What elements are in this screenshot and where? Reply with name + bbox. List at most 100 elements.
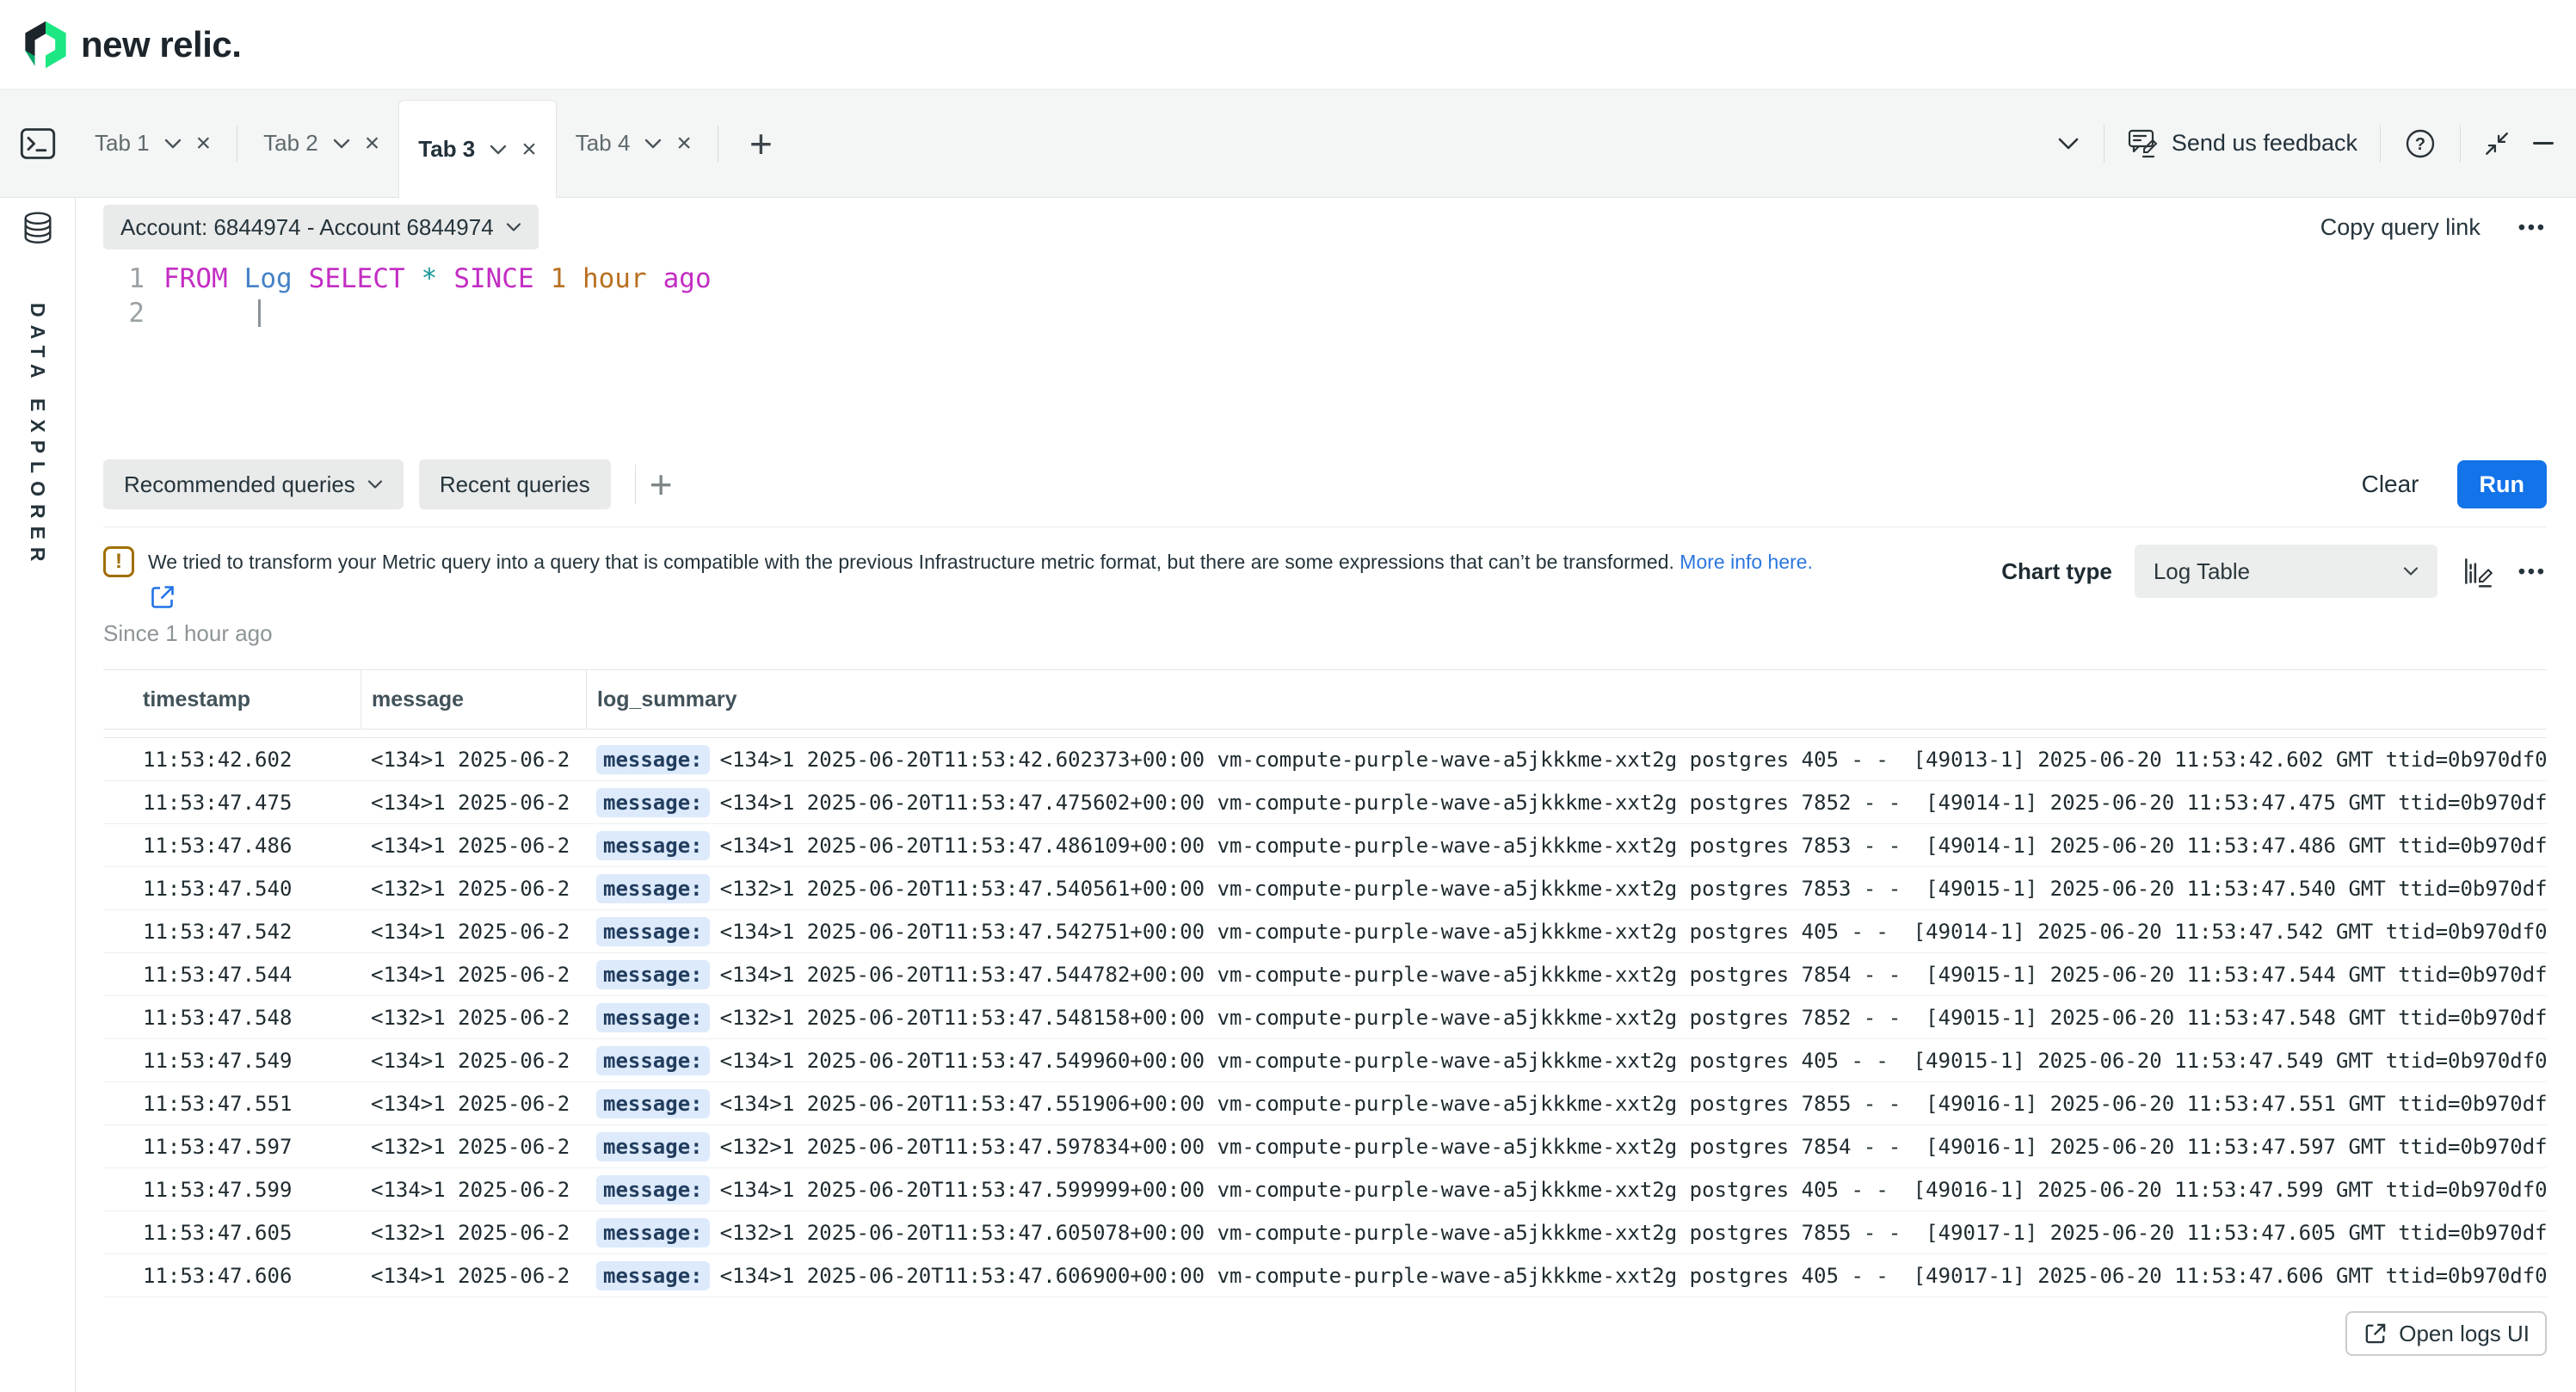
cell-message: <134>1 2025-06-2: [361, 834, 586, 858]
cell-message: <134>1 2025-06-2: [361, 1049, 586, 1073]
recent-queries-button[interactable]: Recent queries: [419, 459, 611, 509]
table-row[interactable]: 11:53:47.605 <132>1 2025-06-2 message: <…: [103, 1211, 2547, 1254]
cell-log-summary: message: <132>1 2025-06-20T11:53:47.5481…: [586, 1003, 2547, 1032]
log-summary-text: <132>1 2025-06-20T11:53:47.597834+00:00 …: [720, 1135, 2547, 1159]
tab[interactable]: Tab 1 ×: [76, 89, 230, 197]
external-link-row: [148, 582, 1975, 613]
recommended-queries-button[interactable]: Recommended queries: [103, 459, 404, 509]
query-console-button[interactable]: [0, 125, 76, 163]
tab-label: Tab 4: [576, 130, 631, 157]
table-row[interactable]: 11:53:42.602 <134>1 2025-06-2 message: <…: [103, 738, 2547, 781]
tab-label: Tab 3: [418, 136, 475, 163]
app-header: new relic.: [0, 0, 2576, 89]
chevron-down-icon[interactable]: [332, 138, 351, 150]
account-picker[interactable]: Account: 6844974 - Account 6844974: [103, 205, 539, 249]
table-row[interactable]: 11:53:47.551 <134>1 2025-06-2 message: <…: [103, 1082, 2547, 1125]
column-header-message[interactable]: message: [361, 670, 586, 729]
run-button[interactable]: Run: [2457, 460, 2547, 508]
cell-log-summary: message: <134>1 2025-06-20T11:53:47.5427…: [586, 917, 2547, 946]
cell-timestamp: 11:53:47.486: [103, 834, 361, 858]
copy-query-link-button[interactable]: Copy query link: [2320, 214, 2480, 241]
log-summary-text: <134>1 2025-06-20T11:53:42.602373+00:00 …: [720, 748, 2547, 772]
feedback-icon: [2127, 127, 2161, 160]
collapse-tabs-chevron-icon[interactable]: [2055, 136, 2081, 151]
query-tokens: FROMLogSELECT*SINCE1 hourago: [163, 263, 728, 294]
edit-chart-button[interactable]: [2460, 553, 2496, 589]
query-section: Account: 6844974 - Account 6844974 Copy …: [103, 205, 2547, 527]
tab[interactable]: Tab 2 ×: [244, 89, 398, 197]
table-row[interactable]: 11:53:47.599 <134>1 2025-06-2 message: <…: [103, 1168, 2547, 1211]
send-feedback-button[interactable]: Send us feedback: [2127, 127, 2357, 160]
message-key-chip: message:: [596, 745, 710, 774]
chart-type-select[interactable]: Log Table: [2135, 545, 2437, 598]
divider: [2380, 125, 2381, 163]
table-row[interactable]: 11:53:47.597 <132>1 2025-06-2 message: <…: [103, 1125, 2547, 1168]
external-link-icon[interactable]: [148, 582, 177, 612]
table-row[interactable]: 11:53:47.548 <132>1 2025-06-2 message: <…: [103, 996, 2547, 1039]
tab-list: Tab 1 × Tab 2 × Tab 3: [76, 89, 725, 197]
help-button[interactable]: ?: [2403, 126, 2437, 161]
cell-timestamp: 11:53:47.599: [103, 1178, 361, 1202]
close-icon[interactable]: ×: [676, 131, 692, 157]
chevron-down-icon[interactable]: [489, 144, 508, 156]
content: Account: 6844974 - Account 6844974 Copy …: [76, 198, 2576, 1392]
cell-log-summary: message: <134>1 2025-06-20T11:53:42.6023…: [586, 745, 2547, 774]
more-info-link[interactable]: More info here.: [1679, 551, 1813, 573]
result-more-options-icon[interactable]: •••: [2518, 560, 2547, 583]
table-body: 11:53:42.602 <134>1 2025-06-2 message: <…: [103, 737, 2547, 1297]
text-cursor: [258, 299, 261, 327]
editor-line-2: 2: [103, 296, 2547, 330]
table-row[interactable]: 11:53:47.540 <132>1 2025-06-2 message: <…: [103, 867, 2547, 910]
more-options-icon[interactable]: •••: [2518, 216, 2547, 239]
table-row[interactable]: 11:53:47.542 <134>1 2025-06-2 message: <…: [103, 910, 2547, 953]
close-icon[interactable]: ×: [196, 131, 212, 157]
warning-line: ! We tried to transform your Metric quer…: [103, 545, 1975, 579]
log-summary-text: <132>1 2025-06-20T11:53:47.548158+00:00 …: [720, 1006, 2547, 1030]
table-row[interactable]: 11:53:47.544 <134>1 2025-06-2 message: <…: [103, 953, 2547, 996]
table-row[interactable]: 11:53:47.606 <134>1 2025-06-2 message: <…: [103, 1254, 2547, 1297]
recent-queries-label: Recent queries: [440, 471, 590, 498]
message-key-chip: message:: [596, 874, 710, 903]
query-token: SELECT: [309, 263, 405, 294]
column-header-log-summary[interactable]: log_summary: [586, 670, 2547, 729]
table-row[interactable]: 11:53:47.486 <134>1 2025-06-2 message: <…: [103, 824, 2547, 867]
close-icon[interactable]: ×: [521, 137, 537, 163]
message-key-chip: message:: [596, 960, 710, 989]
column-header-timestamp[interactable]: timestamp: [103, 670, 361, 729]
table-row[interactable]: 11:53:47.549 <134>1 2025-06-2 message: <…: [103, 1039, 2547, 1082]
chevron-down-icon[interactable]: [163, 138, 182, 150]
log-summary-text: <132>1 2025-06-20T11:53:47.605078+00:00 …: [720, 1221, 2547, 1245]
clear-button[interactable]: Clear: [2362, 471, 2419, 498]
log-summary-text: <134>1 2025-06-20T11:53:47.486109+00:00 …: [720, 834, 2547, 858]
table-row[interactable]: 11:53:47.475 <134>1 2025-06-2 message: <…: [103, 781, 2547, 824]
log-summary-text: <132>1 2025-06-20T11:53:47.540561+00:00 …: [720, 877, 2547, 901]
cell-log-summary: message: <134>1 2025-06-20T11:53:47.4756…: [586, 788, 2547, 817]
minimize-icon[interactable]: [2533, 142, 2554, 145]
tab[interactable]: Tab 4 ×: [557, 89, 711, 197]
svg-text:?: ?: [2415, 135, 2425, 154]
open-logs-button[interactable]: Open logs UI: [2345, 1311, 2547, 1356]
add-tab-button[interactable]: +: [749, 124, 773, 163]
main-area: DATA EXPLORER Account: 6844974 - Account…: [0, 198, 2576, 1392]
add-query-button[interactable]: +: [650, 465, 673, 504]
close-icon[interactable]: ×: [365, 131, 380, 157]
cell-timestamp: 11:53:47.542: [103, 920, 361, 944]
collapse-window-button[interactable]: [2483, 130, 2511, 157]
query-editor[interactable]: 1 FROMLogSELECT*SINCE1 hourago 2: [103, 262, 2547, 459]
cell-log-summary: message: <134>1 2025-06-20T11:53:47.5447…: [586, 960, 2547, 989]
database-icon[interactable]: [21, 212, 55, 249]
query-actions-row: Recommended queries Recent queries + Cle…: [103, 459, 2547, 509]
tab[interactable]: Tab 3 ×: [398, 100, 557, 198]
line-number: 1: [103, 263, 145, 294]
account-row: Account: 6844974 - Account 6844974 Copy …: [103, 205, 2547, 249]
log-summary-text: <134>1 2025-06-20T11:53:47.606900+00:00 …: [720, 1264, 2547, 1288]
brand-name: new relic.: [81, 24, 241, 65]
table-header: timestamp message log_summary: [103, 669, 2547, 730]
tab-bar: Tab 1 × Tab 2 × Tab 3: [0, 89, 2576, 198]
cell-message: <132>1 2025-06-2: [361, 1135, 586, 1159]
chevron-down-icon[interactable]: [644, 138, 662, 150]
log-summary-text: <134>1 2025-06-20T11:53:47.599999+00:00 …: [720, 1178, 2547, 1202]
message-key-chip: message:: [596, 1003, 710, 1032]
since-label: Since 1 hour ago: [103, 620, 1975, 647]
log-summary-text: <134>1 2025-06-20T11:53:47.544782+00:00 …: [720, 963, 2547, 987]
